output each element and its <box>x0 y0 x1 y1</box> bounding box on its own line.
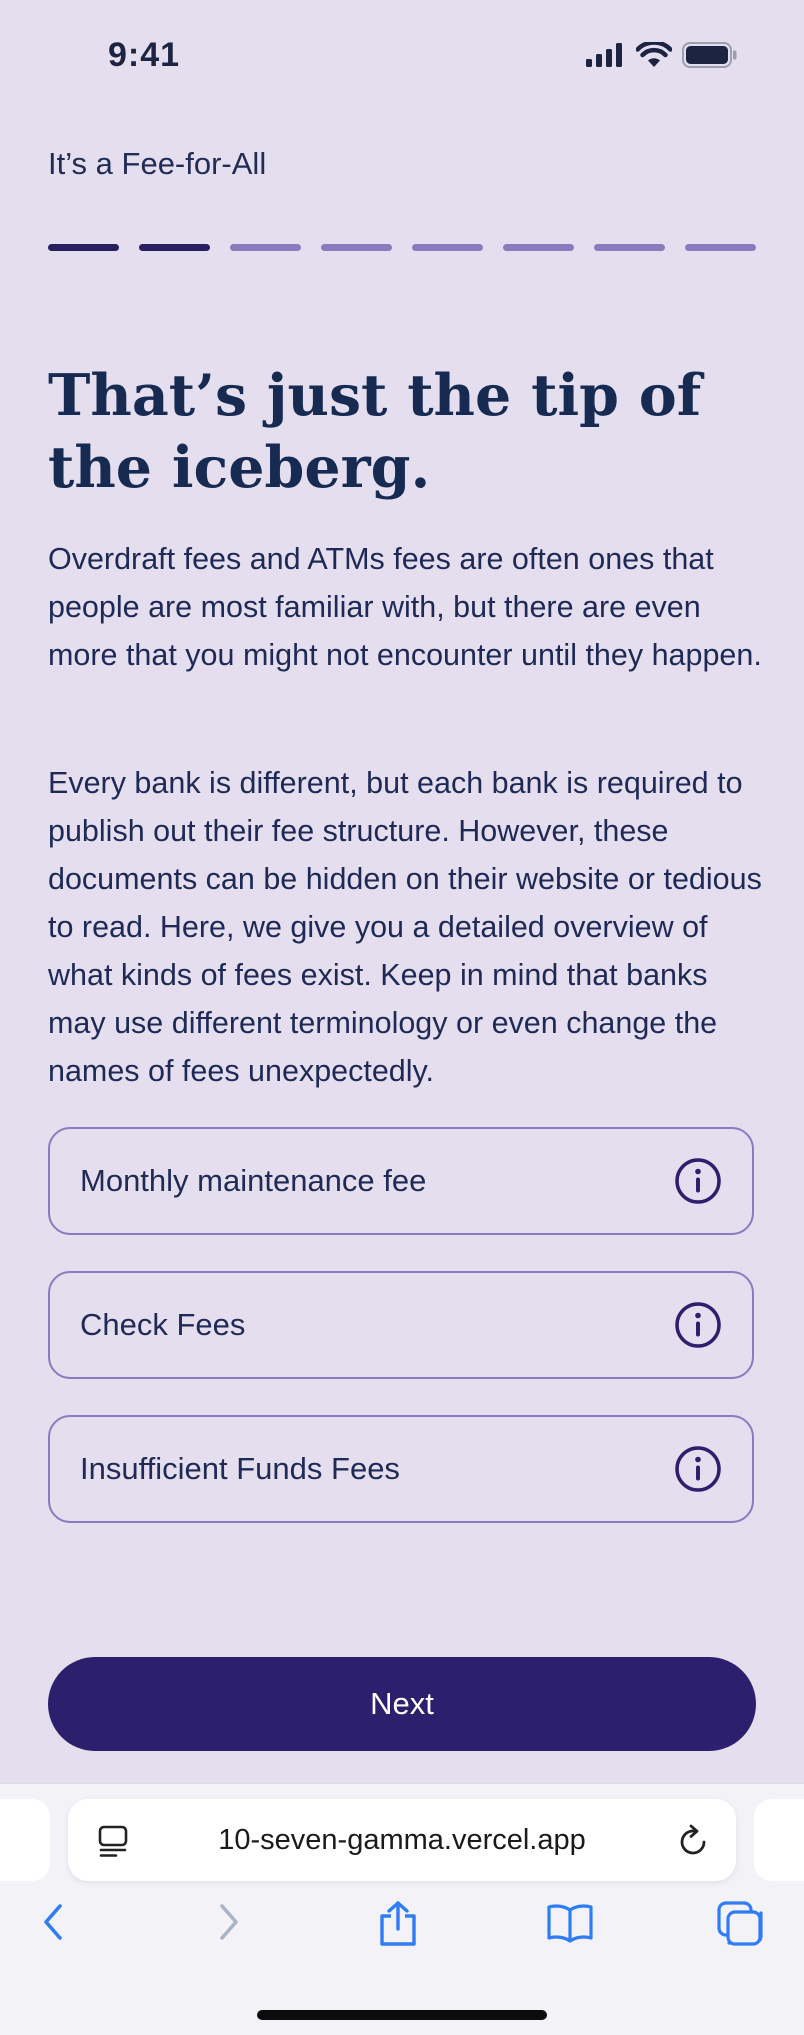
fee-item-monthly-maintenance[interactable]: Monthly maintenance fee <box>48 1127 754 1235</box>
browser-toolbar <box>0 1900 804 1970</box>
progress-segment <box>139 244 210 251</box>
status-icons <box>586 42 738 68</box>
progress-segment <box>685 244 756 251</box>
info-icon[interactable] <box>674 1445 722 1493</box>
fee-item-check-fees[interactable]: Check Fees <box>48 1271 754 1379</box>
status-time: 9:41 <box>108 36 181 74</box>
share-icon[interactable] <box>376 1900 420 1948</box>
progress-segment <box>48 244 119 251</box>
info-icon[interactable] <box>674 1157 722 1205</box>
fee-item-label: Monthly maintenance fee <box>80 1163 427 1198</box>
fee-item-label: Check Fees <box>80 1307 246 1342</box>
page-headline: That’s just the tip of the iceberg. <box>48 362 702 501</box>
previous-tab-peek[interactable] <box>0 1799 50 1881</box>
info-icon[interactable] <box>674 1301 722 1349</box>
battery-icon <box>682 42 737 68</box>
next-tab-peek[interactable] <box>754 1799 804 1881</box>
bookmarks-icon[interactable] <box>546 1900 594 1944</box>
fee-item-insufficient-funds[interactable]: Insufficient Funds Fees <box>48 1415 754 1523</box>
progress-indicator <box>48 244 756 251</box>
wifi-icon <box>636 42 672 67</box>
tabs-icon[interactable] <box>716 1900 764 1946</box>
progress-segment <box>412 244 483 251</box>
progress-segment <box>321 244 392 251</box>
next-button[interactable]: Next <box>48 1657 756 1751</box>
url-text: 10-seven-gamma.vercel.app <box>218 1824 586 1856</box>
cellular-signal-icon <box>586 43 622 67</box>
status-bar: 9:41 <box>0 0 804 120</box>
home-indicator[interactable] <box>257 2010 547 2020</box>
fee-item-label: Insufficient Funds Fees <box>80 1451 400 1486</box>
progress-segment <box>503 244 574 251</box>
back-icon[interactable] <box>38 1900 70 1944</box>
progress-segment <box>594 244 665 251</box>
detail-paragraph: Every bank is different, but each bank i… <box>48 766 762 1088</box>
forward-icon[interactable] <box>212 1900 244 1944</box>
reload-icon[interactable] <box>678 1823 710 1857</box>
lesson-title: It’s a Fee-for-All <box>48 146 267 181</box>
intro-paragraph: Overdraft fees and ATMs fees are often o… <box>48 542 762 672</box>
progress-segment <box>230 244 301 251</box>
address-bar[interactable]: 10-seven-gamma.vercel.app <box>68 1799 736 1881</box>
